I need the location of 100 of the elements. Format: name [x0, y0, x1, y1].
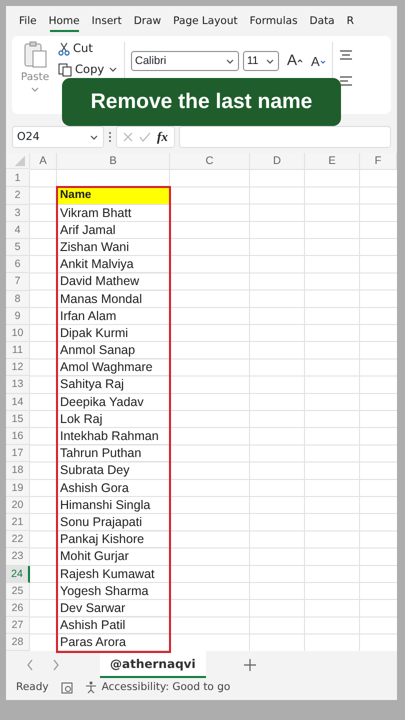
table-cell: David Mathew [57, 273, 170, 290]
chevron-right-icon[interactable] [52, 658, 60, 671]
table-cell: Lok Raj [57, 410, 170, 428]
font-size-dropdown[interactable]: 11 [243, 51, 279, 72]
column-header[interactable]: D [250, 153, 305, 170]
table-cell: Pankaj Kishore [57, 531, 170, 548]
caret-icon [297, 58, 304, 64]
table-cell: Ashish Gora [57, 480, 170, 497]
insert-function-button[interactable]: fx [157, 127, 168, 147]
table-cell: Zishan Wani [57, 238, 170, 256]
table-cell: Paras Arora [57, 634, 170, 652]
table-cell: Deepika Yadav [57, 394, 170, 411]
table-cell: Anmol Sanap [57, 342, 170, 360]
table-cell: Himanshi Singla [57, 496, 170, 514]
row-header[interactable]: 26 [6, 600, 30, 618]
row-header[interactable]: 5 [6, 238, 30, 256]
menu-tab[interactable]: Page Layout [168, 6, 243, 36]
font-dropdown[interactable]: Calibri [131, 51, 239, 72]
row-header[interactable]: 2 [6, 187, 30, 205]
align-top-icon[interactable] [338, 50, 353, 60]
row-header[interactable]: 8 [6, 290, 30, 308]
row-header[interactable]: 16 [6, 428, 30, 446]
table-cell: Name [57, 187, 170, 205]
row-header[interactable]: 12 [6, 359, 30, 376]
menu-tab[interactable]: Formulas [244, 6, 303, 36]
table-cell: Yogesh Sharma [57, 582, 170, 600]
column-header[interactable]: A [30, 153, 57, 170]
row-header[interactable]: 25 [6, 582, 30, 600]
menu-tab[interactable]: Data [304, 6, 340, 36]
grow-font-button[interactable]: A [287, 50, 304, 72]
row-header[interactable]: 21 [6, 514, 30, 532]
menu-tab[interactable]: File [14, 6, 42, 36]
row-header[interactable]: 18 [6, 462, 30, 480]
chevron-icon [265, 57, 275, 66]
table-cell: Ashish Patil [57, 617, 170, 634]
table-cell: Dipak Kurmi [57, 324, 170, 342]
caret-icon [320, 59, 326, 66]
table-cell: Ankit Malviya [57, 256, 170, 274]
table-cell: Manas Mondal [57, 290, 170, 308]
menu-tab[interactable]: Insert [86, 6, 127, 36]
accessibility-status[interactable]: Accessibility: Good to go [102, 680, 230, 696]
row-header[interactable]: 10 [6, 324, 30, 342]
accessibility-icon[interactable] [84, 681, 98, 694]
shrink-font-button[interactable]: A [311, 52, 326, 71]
copy-icon [58, 62, 72, 77]
row-header[interactable]: 14 [6, 394, 30, 411]
sheet-tab[interactable]: @athernaqvi [100, 651, 206, 678]
chevron-left-icon[interactable] [26, 658, 34, 671]
table-cell: Intekhab Rahman [57, 428, 170, 446]
column-header[interactable]: C [170, 153, 250, 170]
formula-input[interactable] [178, 126, 391, 148]
row-header[interactable]: 20 [6, 496, 30, 514]
row-header[interactable]: 27 [6, 617, 30, 634]
chevron-icon[interactable] [108, 64, 118, 72]
menu-tab[interactable]: R [342, 6, 359, 36]
row-header[interactable]: 11 [6, 342, 30, 360]
table-cell: Irfan Alam [57, 308, 170, 325]
row-header[interactable]: 7 [6, 273, 30, 290]
row-header[interactable]: 6 [6, 256, 30, 274]
column-header[interactable]: E [305, 153, 360, 170]
column-header[interactable]: F [360, 153, 397, 170]
row-header[interactable]: 9 [6, 308, 30, 325]
chevron-icon [30, 86, 40, 94]
table-cell: Rajesh Kumawat [57, 566, 170, 583]
chevron-icon [89, 133, 99, 141]
more-icon [108, 131, 112, 143]
row-header[interactable]: 13 [6, 376, 30, 394]
copy-button[interactable]: Copy [58, 61, 118, 78]
check-icon[interactable] [139, 132, 151, 142]
name-box[interactable]: O24 [12, 126, 104, 148]
add-icon[interactable] [244, 658, 256, 671]
table-cell: Vikram Bhatt [57, 204, 170, 222]
row-header[interactable]: 24 [6, 566, 30, 583]
menu-tab[interactable]: Home [44, 6, 85, 36]
clipboard-icon [22, 40, 48, 70]
table-cell: Amol Waghmare [57, 359, 170, 376]
align-left-icon[interactable] [338, 76, 353, 86]
macro-recorder-icon[interactable] [60, 682, 73, 694]
chevron-icon [225, 57, 235, 66]
row-header[interactable]: 17 [6, 445, 30, 462]
row-header[interactable]: 19 [6, 480, 30, 497]
paste-button[interactable]: Paste [18, 40, 52, 110]
table-cell: Subrata Dey [57, 462, 170, 480]
table-cell: Sonu Prajapati [57, 514, 170, 532]
cut-button[interactable]: Cut [58, 40, 118, 58]
caption-banner: Remove the last name [62, 78, 341, 126]
menu-tab[interactable]: Draw [128, 6, 166, 36]
table-cell: Dev Sarwar [57, 600, 170, 618]
table-cell: Sahitya Raj [57, 376, 170, 394]
table-cell: Mohit Gurjar [57, 548, 170, 566]
column-header[interactable]: B [57, 153, 170, 170]
row-header[interactable]: 3 [6, 204, 30, 222]
row-header[interactable]: 28 [6, 634, 30, 652]
row-header[interactable]: 4 [6, 222, 30, 239]
scissors-icon [58, 42, 70, 56]
row-header[interactable]: 15 [6, 410, 30, 428]
status-text: Ready [16, 680, 49, 696]
row-header[interactable]: 22 [6, 531, 30, 548]
row-header[interactable]: 23 [6, 548, 30, 566]
row-header[interactable]: 1 [6, 170, 30, 188]
